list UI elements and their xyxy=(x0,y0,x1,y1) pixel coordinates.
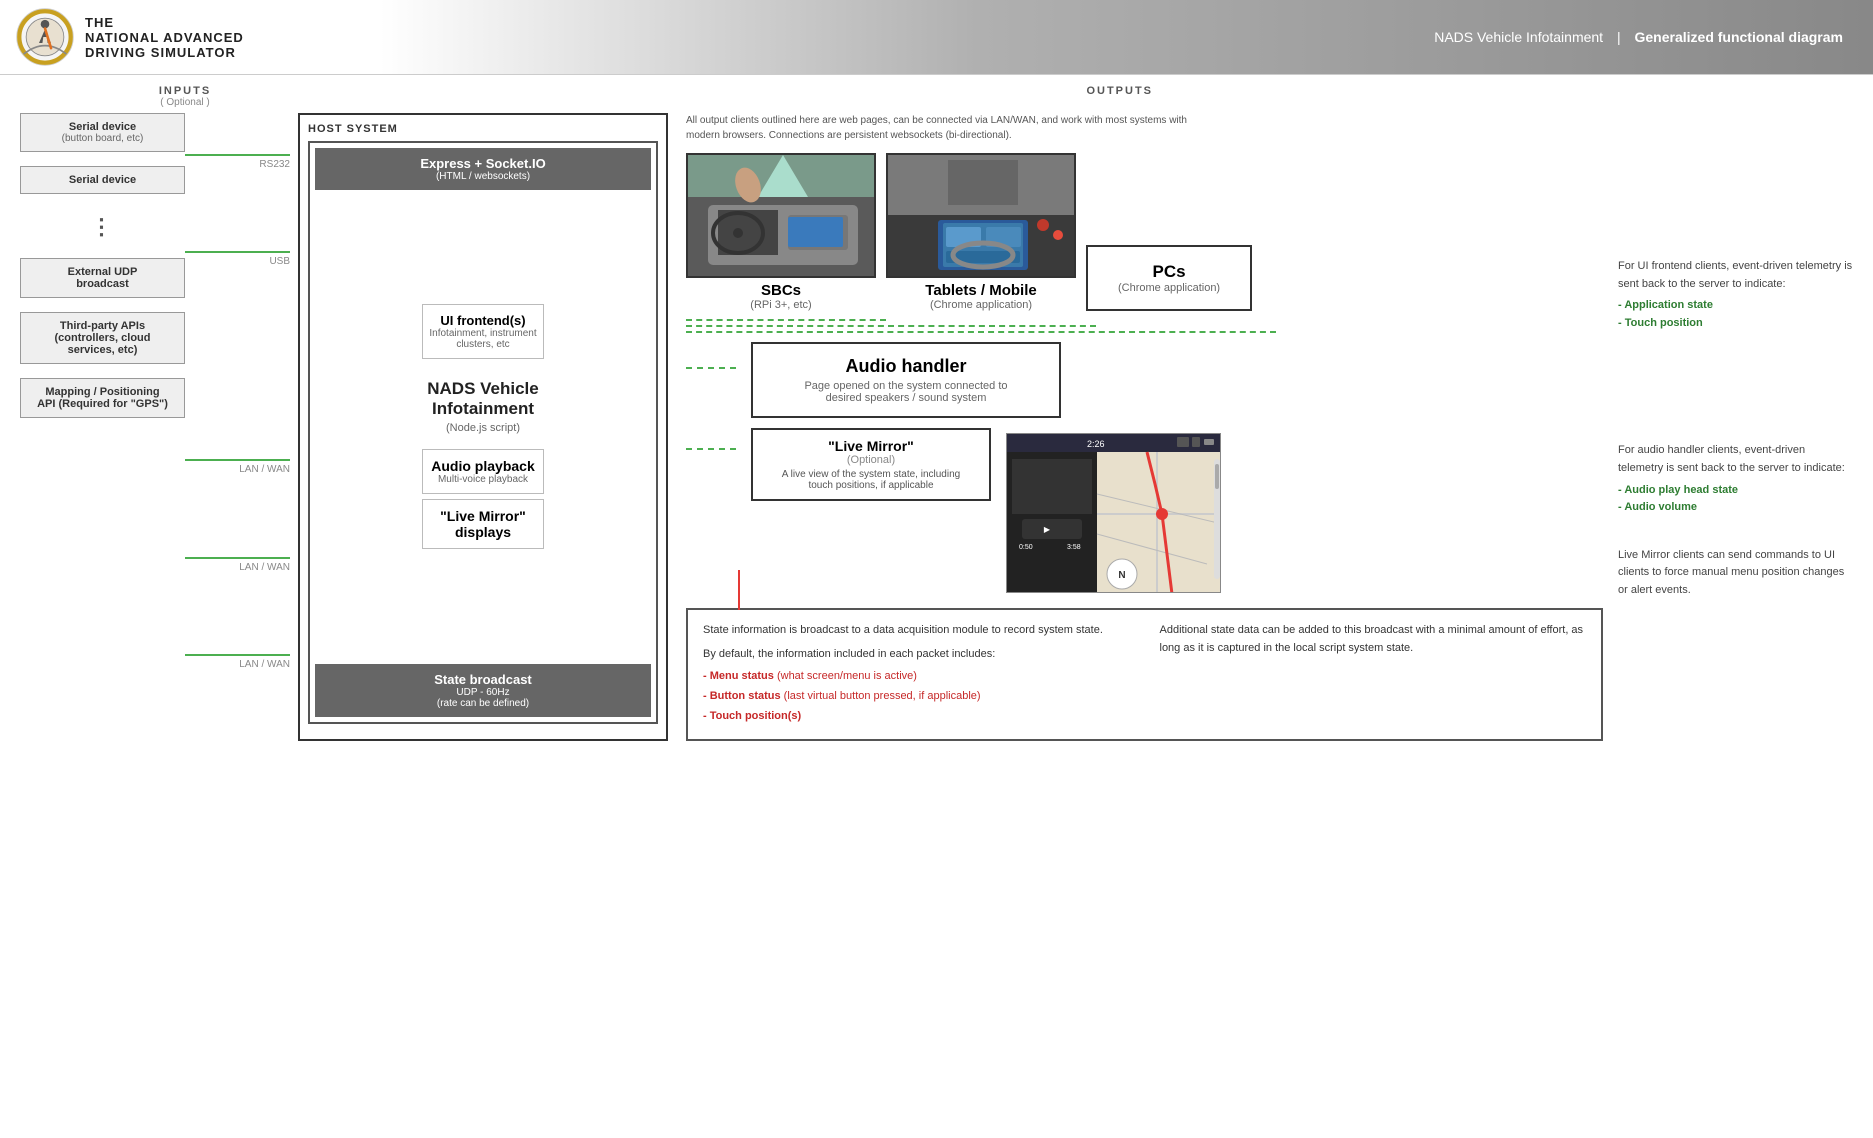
input-item-thirdparty: Third-party APIs(controllers, cloudservi… xyxy=(20,312,185,364)
right-annotations: For UI frontend clients, event-driven te… xyxy=(1608,113,1853,741)
outputs-description: All output clients outlined here are web… xyxy=(686,113,1206,143)
host-system-label: HOST SYSTEM xyxy=(308,123,658,135)
input-connectors: RS232 USB LAN / WAN LAN / WAN xyxy=(185,113,290,741)
outputs-area: All output clients outlined here are web… xyxy=(676,113,1608,741)
audio-playback-component: Audio playback Multi-voice playback xyxy=(422,449,544,494)
state-broadcast-right: Additional state data can be added to th… xyxy=(1160,622,1587,727)
svg-text:3:58: 3:58 xyxy=(1067,544,1081,551)
pcs-block: PCs (Chrome application) xyxy=(1086,245,1252,311)
sbcs-block: SBCs (RPi 3+, etc) xyxy=(686,153,876,311)
state-broadcast-component: State broadcast UDP - 60Hz(rate can be d… xyxy=(315,664,651,717)
tablets-label: Tablets / Mobile xyxy=(925,282,1036,299)
input-item-mapping: Mapping / PositioningAPI (Required for "… xyxy=(20,378,185,418)
dashed-lines-area xyxy=(686,319,1603,337)
tablets-sublabel: (Chrome application) xyxy=(930,299,1032,311)
conn1: RS232 xyxy=(185,154,290,170)
conn2: USB xyxy=(185,251,290,267)
live-mirror-screenshot: 2:26 ▶ 0:50 3:58 xyxy=(1006,433,1221,593)
pcs-label: PCs xyxy=(1118,262,1220,282)
live-mirror-box: "Live Mirror" (Optional) A live view of … xyxy=(751,428,991,501)
nads-label-area: UI frontend(s) Infotainment, instrumentc… xyxy=(315,195,651,664)
live-mirror-dashed-conn xyxy=(686,428,736,450)
output-photos-row: SBCs (RPi 3+, etc) xyxy=(686,153,1603,311)
logo-icon xyxy=(15,7,75,67)
state-broadcast-detail: By default, the information included in … xyxy=(703,646,1130,664)
live-mirror-component: "Live Mirror"displays xyxy=(422,499,544,549)
svg-text:0:50: 0:50 xyxy=(1019,544,1033,551)
ui-annotation: For UI frontend clients, event-driven te… xyxy=(1618,258,1853,332)
audio-handler-box: Audio handler Page opened on the system … xyxy=(751,342,1061,418)
outputs-section-label: OUTPUTS xyxy=(350,85,1853,108)
dots-separator: ⋮ xyxy=(20,208,185,246)
logo-text: The National Advanced Driving Simulator xyxy=(85,15,244,60)
live-mirror-optional: (Optional) xyxy=(765,454,977,466)
input-item-serial1: Serial device (button board, etc) xyxy=(20,113,185,152)
live-mirror-row: "Live Mirror" (Optional) A live view of … xyxy=(686,428,1603,593)
audio-handler-title: Audio handler xyxy=(773,356,1039,377)
inputs-section-label: INPUTS ( Optional ) xyxy=(20,85,350,108)
pcs-box: PCs (Chrome application) xyxy=(1086,245,1252,311)
pcs-sublabel: (Chrome application) xyxy=(1118,282,1220,294)
header-title-right: Generalized functional diagram xyxy=(1635,29,1844,45)
live-mirror-title: "Live Mirror" xyxy=(765,438,977,454)
section-labels-row: INPUTS ( Optional ) OUTPUTS xyxy=(20,85,1853,108)
svg-text:2:26: 2:26 xyxy=(1087,439,1105,449)
sbcs-sublabel: (RPi 3+, etc) xyxy=(750,299,811,311)
input-item-udp: External UDPbroadcast xyxy=(20,258,185,298)
tablets-photo xyxy=(886,153,1076,278)
state-broadcast-box: State information is broadcast to a data… xyxy=(686,608,1603,741)
audio-annotation: For audio handler clients, event-driven … xyxy=(1618,442,1853,516)
audio-handler-row: Audio handler Page opened on the system … xyxy=(686,342,1603,418)
audio-handler-desc: Page opened on the system connected tode… xyxy=(773,380,1039,404)
host-system-box: HOST SYSTEM Express + Socket.IO (HTML / … xyxy=(298,113,668,741)
ui-frontend-component: UI frontend(s) Infotainment, instrumentc… xyxy=(422,304,544,359)
header: The National Advanced Driving Simulator … xyxy=(0,0,1873,75)
state-broadcast-left: State information is broadcast to a data… xyxy=(703,622,1130,727)
red-connector-line xyxy=(738,570,740,610)
svg-text:N: N xyxy=(1118,570,1125,581)
page-body: INPUTS ( Optional ) OUTPUTS Serial devic… xyxy=(0,75,1873,761)
svg-text:▶: ▶ xyxy=(1044,525,1051,534)
host-inner-box: Express + Socket.IO (HTML / websockets) … xyxy=(308,141,658,724)
sbcs-label: SBCs xyxy=(761,282,801,299)
nads-main-label: NADS VehicleInfotainment (Node.js script… xyxy=(422,364,544,449)
conn3: LAN / WAN xyxy=(185,459,290,475)
header-title-area: NADS Vehicle Infotainment | Generalized … xyxy=(380,0,1873,74)
sbcs-photo xyxy=(686,153,876,278)
header-title-separator: | xyxy=(1617,29,1621,45)
diagram-main: Serial device (button board, etc) Serial… xyxy=(20,113,1853,741)
conn4: LAN / WAN xyxy=(185,557,290,573)
live-mirror-desc: A live view of the system state, includi… xyxy=(765,469,977,491)
header-title-left: NADS Vehicle Infotainment xyxy=(1434,29,1603,45)
state-broadcast-items: - Menu status (what screen/menu is activ… xyxy=(703,667,1130,726)
audio-dashed-conn xyxy=(686,342,736,369)
conn5: LAN / WAN xyxy=(185,654,290,670)
logo-area: The National Advanced Driving Simulator xyxy=(0,7,380,67)
live-mirror-annotation: Live Mirror clients can send commands to… xyxy=(1618,547,1853,600)
input-item-serial2: Serial device xyxy=(20,166,185,194)
inputs-column: Serial device (button board, etc) Serial… xyxy=(20,113,185,741)
state-broadcast-intro: State information is broadcast to a data… xyxy=(703,622,1130,640)
express-component: Express + Socket.IO (HTML / websockets) xyxy=(315,148,651,190)
tablets-block: Tablets / Mobile (Chrome application) xyxy=(886,153,1076,311)
